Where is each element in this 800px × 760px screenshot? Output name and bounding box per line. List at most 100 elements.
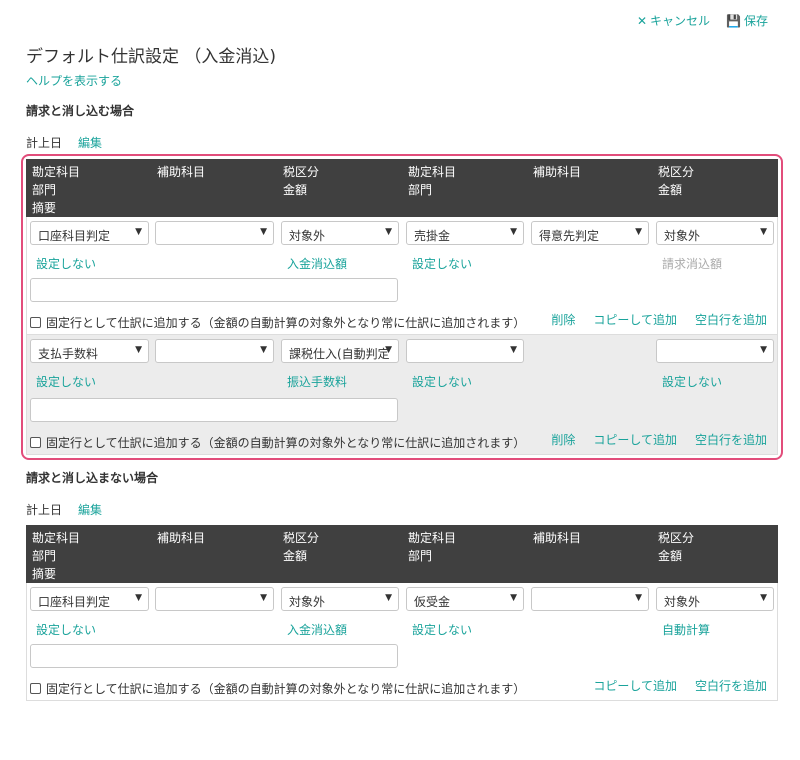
debit-sub-select[interactable]: ▼ — [155, 339, 274, 363]
credit-dept-link[interactable]: 設定しない — [412, 621, 472, 638]
chevron-down-icon: ▼ — [260, 593, 267, 603]
cancel-button[interactable]: ✕ キャンセル — [637, 12, 710, 29]
header-debit-amount: 金額 — [283, 549, 308, 563]
debit-dept-link[interactable]: 設定しない — [36, 373, 96, 390]
copy-row-link[interactable]: コピーして追加 — [593, 677, 677, 694]
date-edit-link[interactable]: 編集 — [78, 134, 102, 151]
add-blank-row-link[interactable]: 空白行を追加 — [695, 677, 767, 694]
section1-date-line: 計上日 編集 — [26, 134, 102, 151]
cancel-label: キャンセル — [650, 14, 711, 28]
header-memo: 摘要 — [32, 567, 57, 581]
memo-input[interactable] — [30, 644, 398, 668]
chevron-down-icon: ▼ — [635, 227, 642, 237]
section1-heading: 請求と消し込む場合 — [26, 104, 135, 118]
header-debit-tax: 税区分 — [283, 531, 320, 545]
chevron-down-icon: ▼ — [260, 345, 267, 355]
header-credit-sub: 補助科目 — [533, 531, 582, 545]
header-credit-amount: 金額 — [658, 549, 683, 563]
credit-tax-select[interactable]: 対象外 ▼ — [656, 587, 774, 611]
journal-entry: 口座科目判定 ▼ ▼ 対象外 ▼ 仮受金 ▼ ▼ 対象外 ▼ 設定しない 入金消込額 設… — [26, 583, 778, 701]
delete-row-link[interactable]: 削除 — [551, 311, 575, 328]
credit-dept-link[interactable]: 設定しない — [412, 373, 472, 390]
debit-amount-link[interactable]: 入金消込額 — [287, 621, 347, 638]
fixed-row-option[interactable]: 固定行として仕訳に追加する（金額の自動計算の対象外となり常に仕訳に追加されます） — [30, 314, 525, 331]
chevron-down-icon: ▼ — [135, 227, 142, 237]
debit-amount-link[interactable]: 振込手数料 — [287, 373, 347, 390]
fixed-row-checkbox[interactable] — [30, 317, 41, 328]
chevron-down-icon: ▼ — [385, 227, 392, 237]
fixed-row-checkbox[interactable] — [30, 437, 41, 448]
fixed-row-option[interactable]: 固定行として仕訳に追加する（金額の自動計算の対象外となり常に仕訳に追加されます） — [30, 680, 525, 697]
credit-dept-link[interactable]: 設定しない — [412, 255, 472, 272]
help-link[interactable]: ヘルプを表示する — [26, 72, 122, 89]
header-debit-account: 勘定科目 — [32, 165, 81, 179]
date-edit-link[interactable]: 編集 — [78, 501, 102, 518]
journal-entry: 口座科目判定 ▼ ▼ 対象外 ▼ 売掛金 ▼ 得意先判定 ▼ 対象外 ▼ 設定しない 入金… — [26, 217, 778, 335]
close-icon: ✕ — [636, 13, 648, 28]
memo-input[interactable] — [30, 398, 398, 422]
chevron-down-icon: ▼ — [760, 227, 767, 237]
debit-tax-select[interactable]: 対象外 ▼ — [281, 221, 399, 245]
debit-sub-select[interactable]: ▼ — [155, 221, 274, 245]
top-actions: ✕ キャンセル 💾 保存 — [637, 12, 768, 29]
header-debit-account: 勘定科目 — [32, 531, 81, 545]
copy-row-link[interactable]: コピーして追加 — [593, 311, 677, 328]
credit-account-select[interactable]: 売掛金 ▼ — [406, 221, 524, 245]
credit-amount-link[interactable]: 設定しない — [662, 373, 722, 390]
header-credit-dept: 部門 — [408, 183, 433, 197]
header-debit-amount: 金額 — [283, 183, 308, 197]
credit-account-select[interactable]: ▼ — [406, 339, 524, 363]
floppy-disk-icon: 💾 — [726, 13, 741, 28]
debit-dept-link[interactable]: 設定しない — [36, 621, 96, 638]
chevron-down-icon: ▼ — [760, 593, 767, 603]
debit-tax-select[interactable]: 課税仕入(自動判定 ▼ — [281, 339, 399, 363]
save-button[interactable]: 💾 保存 — [726, 12, 768, 29]
row-actions: コピーして追加 空白行を追加 — [593, 677, 767, 694]
credit-amount-link[interactable]: 自動計算 — [662, 621, 710, 638]
header-credit-account: 勘定科目 — [408, 165, 457, 179]
debit-tax-select[interactable]: 対象外 ▼ — [281, 587, 399, 611]
fixed-row-option[interactable]: 固定行として仕訳に追加する（金額の自動計算の対象外となり常に仕訳に追加されます） — [30, 434, 525, 451]
header-credit-dept: 部門 — [408, 549, 433, 563]
delete-row-link[interactable]: 削除 — [551, 431, 575, 448]
credit-tax-select[interactable]: 対象外 ▼ — [656, 221, 774, 245]
header-debit-sub: 補助科目 — [157, 531, 206, 545]
chevron-down-icon: ▼ — [510, 345, 517, 355]
debit-account-select[interactable]: 支払手数料 ▼ — [30, 339, 149, 363]
credit-tax-select[interactable]: ▼ — [656, 339, 774, 363]
header-credit-account: 勘定科目 — [408, 531, 457, 545]
memo-input[interactable] — [30, 278, 398, 302]
fixed-row-label: 固定行として仕訳に追加する（金額の自動計算の対象外となり常に仕訳に追加されます） — [46, 436, 526, 450]
credit-account-select[interactable]: 仮受金 ▼ — [406, 587, 524, 611]
save-label: 保存 — [743, 14, 768, 28]
debit-account-select[interactable]: 口座科目判定 ▼ — [30, 221, 149, 245]
chevron-down-icon: ▼ — [510, 593, 517, 603]
debit-account-select[interactable]: 口座科目判定 ▼ — [30, 587, 149, 611]
chevron-down-icon: ▼ — [635, 593, 642, 603]
section2-date-line: 計上日 編集 — [26, 501, 102, 518]
credit-sub-select[interactable]: 得意先判定 ▼ — [531, 221, 649, 245]
chevron-down-icon: ▼ — [760, 345, 767, 355]
add-blank-row-link[interactable]: 空白行を追加 — [695, 431, 767, 448]
table-header: 勘定科目 部門 摘要 補助科目 税区分 金額 勘定科目 部門 補助科目 税区分 … — [26, 159, 778, 217]
credit-sub-select[interactable]: ▼ — [531, 587, 649, 611]
header-debit-dept: 部門 — [32, 549, 57, 563]
debit-dept-link[interactable]: 設定しない — [36, 255, 96, 272]
credit-amount-link[interactable]: 請求消込額 — [662, 255, 722, 272]
copy-row-link[interactable]: コピーして追加 — [593, 431, 677, 448]
header-credit-tax: 税区分 — [658, 165, 695, 179]
header-debit-tax: 税区分 — [283, 165, 320, 179]
section1-journal-table: 勘定科目 部門 摘要 補助科目 税区分 金額 勘定科目 部門 補助科目 税区分 … — [21, 154, 783, 460]
add-blank-row-link[interactable]: 空白行を追加 — [695, 311, 767, 328]
chevron-down-icon: ▼ — [135, 345, 142, 355]
row-actions: 削除 コピーして追加 空白行を追加 — [551, 431, 767, 448]
journal-entry: 支払手数料 ▼ ▼ 課税仕入(自動判定 ▼ ▼ ▼ 設定しない 振込手数料 設定しな… — [26, 335, 778, 455]
header-debit-sub: 補助科目 — [157, 165, 206, 179]
debit-sub-select[interactable]: ▼ — [155, 587, 274, 611]
fixed-row-checkbox[interactable] — [30, 683, 41, 694]
date-label: 計上日 — [26, 136, 63, 150]
header-credit-sub: 補助科目 — [533, 165, 582, 179]
header-credit-tax: 税区分 — [658, 531, 695, 545]
date-label: 計上日 — [26, 503, 63, 517]
debit-amount-link[interactable]: 入金消込額 — [287, 255, 347, 272]
